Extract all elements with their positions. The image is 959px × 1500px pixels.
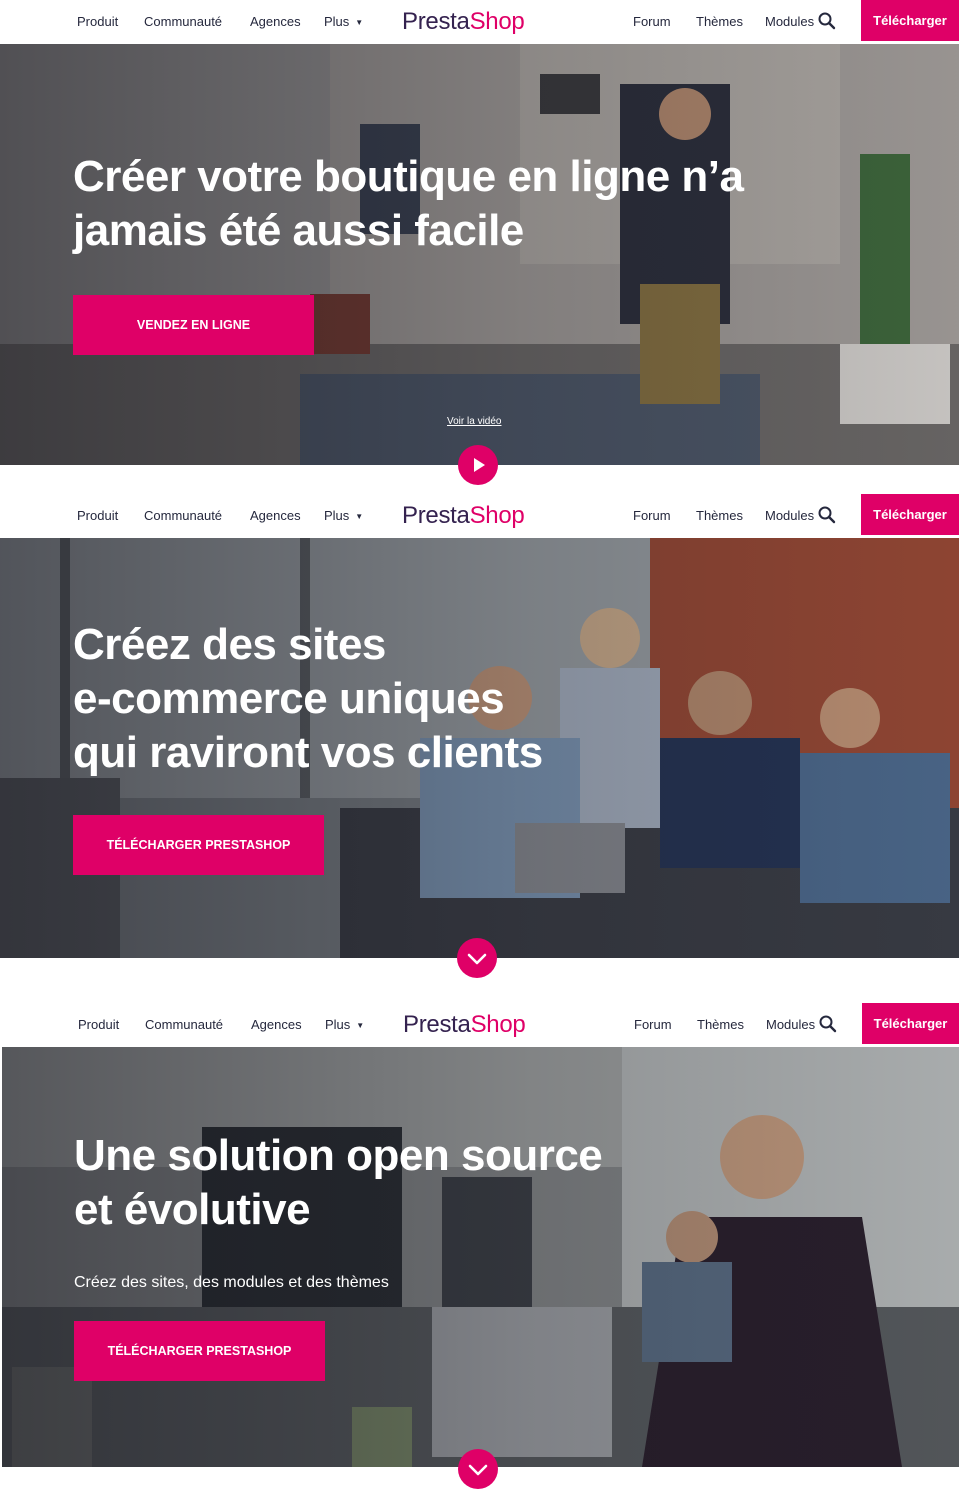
nav-produit-link[interactable]: Produit <box>77 0 118 44</box>
nav-produit-link[interactable]: Produit <box>78 1003 119 1047</box>
prestashop-logo[interactable]: PrestaShop <box>402 494 525 538</box>
logo-shop: Shop <box>469 8 525 35</box>
headline-line: e-commerce uniques <box>73 674 505 723</box>
prestashop-logo[interactable]: PrestaShop <box>403 1003 526 1047</box>
nav-themes-link[interactable]: Thèmes <box>696 494 743 538</box>
download-button[interactable]: Télécharger <box>861 0 959 41</box>
nav-plus-label: Plus <box>324 508 350 523</box>
nav-communaute-link[interactable]: Communauté <box>144 0 222 44</box>
nav-produit-link[interactable]: Produit <box>77 494 118 538</box>
top-navbar: Produit Communauté Agences Plus ▼ PrestaS… <box>0 494 959 538</box>
chevron-down-icon[interactable] <box>457 938 497 978</box>
headline-line: Créer votre boutique en ligne n’a <box>73 152 744 201</box>
download-button[interactable]: Télécharger <box>861 494 959 535</box>
headline-line: qui raviront vos clients <box>73 728 543 777</box>
headline-line: Créez des sites <box>73 620 386 669</box>
nav-forum-link[interactable]: Forum <box>633 494 671 538</box>
hero-headline: Une solution open source et évolutive <box>74 1129 603 1237</box>
nav-forum-link[interactable]: Forum <box>634 1003 672 1047</box>
nav-agences-link[interactable]: Agences <box>251 1003 302 1047</box>
caret-down-icon: ▼ <box>356 1021 365 1030</box>
watch-video-link[interactable]: Voir la vidéo <box>447 416 501 427</box>
download-prestashop-button[interactable]: TÉLÉCHARGER PRESTASHOP <box>74 1321 325 1381</box>
headline-line: jamais été aussi facile <box>73 206 524 255</box>
search-icon[interactable] <box>817 505 837 525</box>
search-icon[interactable] <box>818 1014 838 1034</box>
logo-presta: Presta <box>402 8 470 35</box>
logo-shop: Shop <box>469 502 525 529</box>
nav-communaute-link[interactable]: Communauté <box>144 494 222 538</box>
nav-plus-menu[interactable]: Plus ▼ <box>324 494 363 538</box>
nav-forum-link[interactable]: Forum <box>633 0 671 44</box>
nav-modules-link[interactable]: Modules <box>765 494 814 538</box>
nav-plus-label: Plus <box>325 1017 351 1032</box>
logo-shop: Shop <box>470 1011 526 1038</box>
nav-themes-link[interactable]: Thèmes <box>696 0 743 44</box>
headline-line: Une solution open source <box>74 1131 603 1180</box>
hero-banner-team: Créez des sites e-commerce uniques qui r… <box>0 538 959 958</box>
hero-banner-store: Créer votre boutique en ligne n’a jamais… <box>0 44 959 465</box>
nav-modules-link[interactable]: Modules <box>765 0 814 44</box>
prestashop-logo[interactable]: PrestaShop <box>402 0 525 44</box>
hero-subtitle: Créez des sites, des modules et des thèm… <box>74 1274 389 1291</box>
hero-screen-1: Produit Communauté Agences Plus ▼ PrestaS… <box>0 0 959 494</box>
hero-headline: Créez des sites e-commerce uniques qui r… <box>73 618 543 780</box>
logo-presta: Presta <box>403 1011 471 1038</box>
play-icon[interactable] <box>458 445 498 485</box>
top-navbar: Produit Communauté Agences Plus ▼ PrestaS… <box>0 1003 959 1047</box>
headline-line: et évolutive <box>74 1185 311 1234</box>
nav-plus-menu[interactable]: Plus ▼ <box>324 0 363 44</box>
nav-modules-link[interactable]: Modules <box>766 1003 815 1047</box>
caret-down-icon: ▼ <box>355 512 364 521</box>
hero-banner-developer: Une solution open source et évolutive Cr… <box>2 1047 959 1467</box>
download-prestashop-button[interactable]: TÉLÉCHARGER PRESTASHOP <box>73 815 324 875</box>
nav-agences-link[interactable]: Agences <box>250 494 301 538</box>
search-icon[interactable] <box>817 11 837 31</box>
nav-agences-link[interactable]: Agences <box>250 0 301 44</box>
nav-themes-link[interactable]: Thèmes <box>697 1003 744 1047</box>
logo-presta: Presta <box>402 502 470 529</box>
download-button[interactable]: Télécharger <box>862 1003 959 1044</box>
nav-communaute-link[interactable]: Communauté <box>145 1003 223 1047</box>
nav-plus-menu[interactable]: Plus ▼ <box>325 1003 364 1047</box>
chevron-down-icon[interactable] <box>458 1449 498 1489</box>
sell-online-button[interactable]: VENDEZ EN LIGNE <box>73 295 314 355</box>
top-navbar: Produit Communauté Agences Plus ▼ PrestaS… <box>0 0 959 44</box>
hero-screen-3: Produit Communauté Agences Plus ▼ PrestaS… <box>0 1003 959 1500</box>
caret-down-icon: ▼ <box>355 18 364 27</box>
nav-plus-label: Plus <box>324 14 350 29</box>
hero-screen-2: Produit Communauté Agences Plus ▼ PrestaS… <box>0 494 959 1003</box>
hero-scrim <box>2 1047 959 1467</box>
hero-headline: Créer votre boutique en ligne n’a jamais… <box>73 150 744 258</box>
